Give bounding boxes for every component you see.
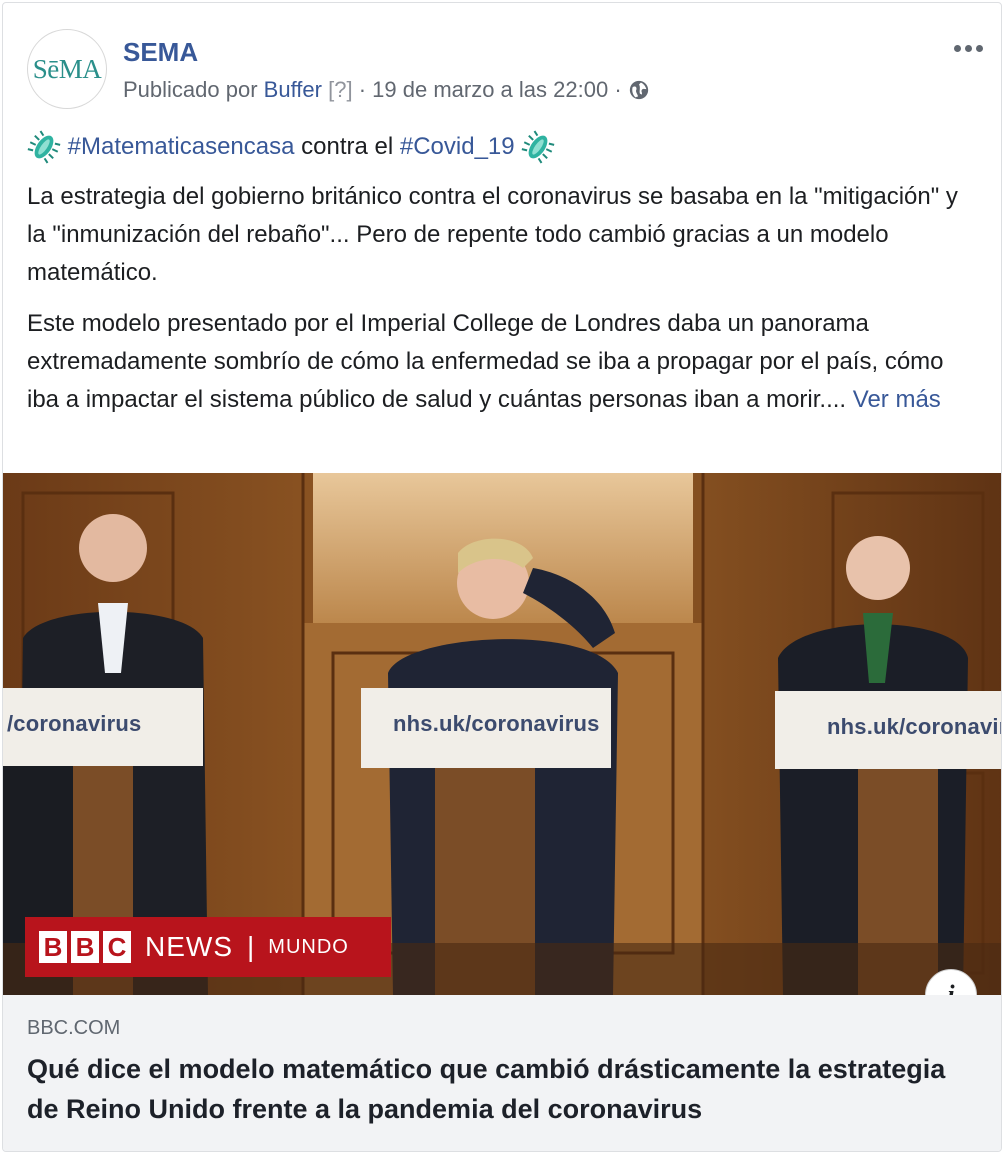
published-by-label: Publicado por [123, 77, 258, 102]
hashtag-connector: contra el [301, 133, 394, 160]
post-meta: Publicado por Buffer [?] · 19 de marzo a… [123, 77, 650, 103]
meta-separator: · [358, 77, 367, 102]
article-image[interactable]: /coronavirus nhs.uk/coronavirus nhs.uk/c… [3, 473, 1001, 995]
more-options-icon[interactable] [954, 45, 983, 52]
post-paragraph-1: La estrategia del gobierno británico con… [27, 183, 958, 286]
avatar-logo-text: SēMA [32, 53, 102, 84]
bbc-news-mundo-banner: B B C NEWS | MUNDO [25, 917, 391, 977]
post-paragraph-2-text: Este modelo presentado por el Imperial C… [27, 310, 944, 413]
see-more-link[interactable]: Ver más [853, 386, 941, 413]
hashtag-covid19[interactable]: #Covid_19 [400, 128, 515, 166]
podium-left-sign: /coronavirus [7, 711, 142, 736]
hashtag-line: #Matematicasencasa contra el #Covid_19 [27, 128, 971, 166]
help-marker[interactable]: [?] [328, 77, 352, 103]
bbc-news-text: NEWS [145, 931, 233, 962]
meta-separator: · [614, 77, 622, 102]
page-name-link[interactable]: SEMA [123, 37, 198, 68]
post-paragraph-2: Este modelo presentado por el Imperial C… [27, 305, 971, 419]
link-title[interactable]: Qué dice el modelo matemático que cambió… [27, 1049, 963, 1129]
podium-center-sign: nhs.uk/coronavirus [393, 711, 600, 736]
bbc-mundo-text: MUNDO [268, 935, 349, 958]
publisher-link[interactable]: Buffer [264, 77, 322, 103]
bbc-banner-separator: | [247, 931, 255, 962]
bbc-logo-letter: B [71, 931, 99, 963]
virus-icon [521, 130, 555, 164]
page-avatar[interactable]: SēMA [27, 29, 107, 109]
bbc-logo-letter: B [39, 931, 67, 963]
bbc-logo-letter: C [103, 931, 131, 963]
globe-icon[interactable] [628, 79, 650, 101]
virus-icon [27, 130, 61, 164]
link-preview[interactable]: BBC.COM Qué dice el modelo matemático qu… [3, 995, 1001, 1151]
link-domain: BBC.COM [27, 1017, 121, 1039]
podium-right-sign: nhs.uk/coronavirus [827, 714, 1001, 739]
facebook-post-card: SēMA SEMA Publicado por Buffer [?] · 19 … [2, 2, 1002, 1152]
hashtag-matematicasencasa[interactable]: #Matematicasencasa [68, 128, 295, 166]
post-date-link[interactable]: 19 de marzo a las 22:00 [372, 77, 608, 103]
